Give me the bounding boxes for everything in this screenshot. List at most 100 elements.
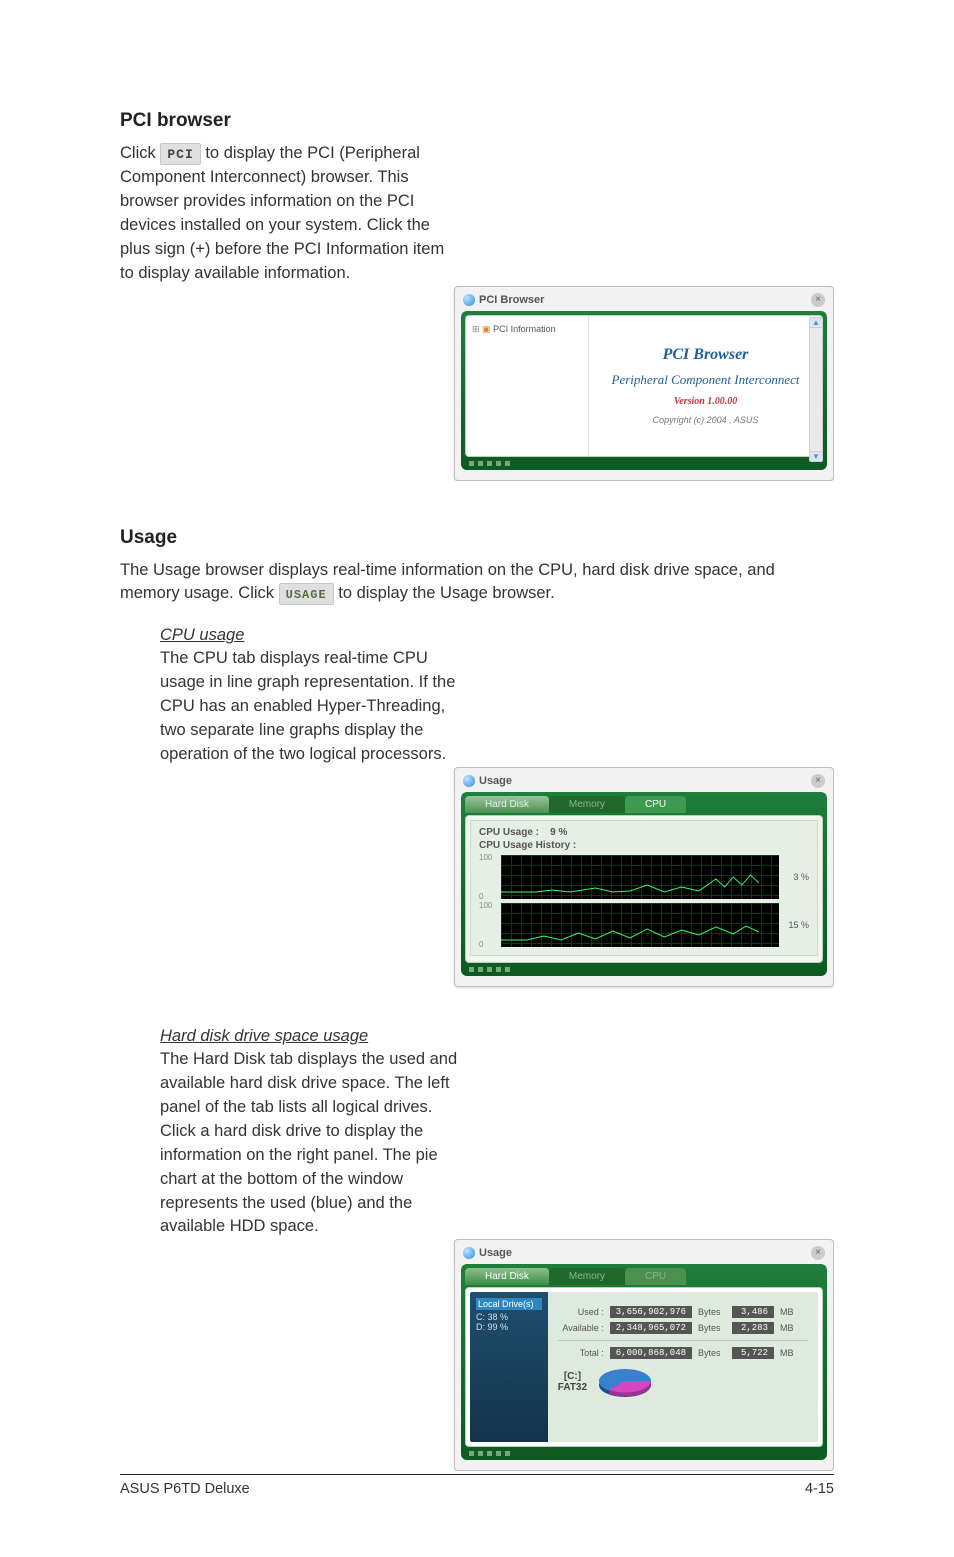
footer-left: ASUS P6TD Deluxe xyxy=(120,1481,250,1497)
hdd-row-used: Used : 3,656,902,976 Bytes 3,486 MB xyxy=(558,1306,808,1318)
subsection-cpu: CPU usage The CPU tab displays real-time… xyxy=(120,626,834,987)
pci-button-chip[interactable]: PCI xyxy=(160,143,200,165)
cpu-paragraph: The CPU tab displays real-time CPU usage… xyxy=(160,647,460,767)
hdd-drive-c[interactable]: C: 38 % xyxy=(476,1312,542,1322)
pci-heading: PCI browser xyxy=(120,110,460,132)
pci-panel-title: PCI Browser xyxy=(663,346,749,364)
cpu-window-title-text: Usage xyxy=(479,775,512,787)
cpu-chart-a-row: 100 0 xyxy=(479,853,809,901)
hdd-total-mb: 5,722 xyxy=(732,1347,774,1359)
cpu-history-label: CPU Usage History : xyxy=(479,840,809,851)
hdd-panel: Local Drive(s) C: 38 % D: 99 % Used : 3,… xyxy=(465,1287,823,1447)
hdd-unit-bytes-2: Bytes xyxy=(698,1323,726,1333)
hdd-text-block: Hard disk drive space usage The Hard Dis… xyxy=(160,1027,460,1239)
hdd-tabs: Hard Disk Memory CPU xyxy=(465,1268,823,1285)
pci-text-block: PCI browser Click PCI to display the PCI… xyxy=(120,110,460,286)
pci-info-panel: PCI Browser Peripheral Component Interco… xyxy=(589,316,822,456)
hdd-drive-label-1: [C:] xyxy=(558,1371,587,1382)
tab-hard-disk[interactable]: Hard Disk xyxy=(465,796,549,813)
cpu-scale-bot-b: 0 xyxy=(479,940,497,949)
cpu-window-title: Usage xyxy=(463,775,512,787)
pci-paragraph: Click PCI to display the PCI (Peripheral… xyxy=(120,142,460,286)
cpu-text-block: CPU usage The CPU tab displays real-time… xyxy=(160,626,460,767)
pci-window-titlebar: PCI Browser × xyxy=(461,291,827,311)
divider xyxy=(558,1340,808,1341)
pci-window: PCI Browser × ▣ PCI Information PCI xyxy=(454,286,834,481)
hdd-drive-d[interactable]: D: 99 % xyxy=(476,1322,542,1332)
hdd-drive-label: [C:] FAT32 xyxy=(558,1371,587,1393)
section-usage: Usage The Usage browser displays real-ti… xyxy=(120,527,834,1472)
scroll-up-icon[interactable]: ▲ xyxy=(810,318,822,328)
hdd-avail-mb: 2,283 xyxy=(732,1322,774,1334)
cpu-tabs: Hard Disk Memory CPU xyxy=(465,796,823,813)
usage-button-label: USAGE xyxy=(286,588,327,602)
cpu-subhead: CPU usage xyxy=(160,626,460,645)
cpu-spark-b xyxy=(501,921,759,941)
cpu-spark-a xyxy=(501,873,759,893)
hdd-total-label: Total : xyxy=(558,1348,604,1358)
cpu-window-frame: Hard Disk Memory CPU CPU Usage : 9 % xyxy=(461,792,827,976)
hdd-drive-root[interactable]: Local Drive(s) xyxy=(476,1298,542,1310)
pci-para-after: to display the PCI (Peripheral Component… xyxy=(120,144,444,282)
hdd-paragraph: The Hard Disk tab displays the used and … xyxy=(160,1048,460,1239)
window-resize-grip xyxy=(465,1447,823,1456)
window-resize-grip xyxy=(465,963,823,972)
tab-cpu[interactable]: CPU xyxy=(625,796,686,813)
cpu-window-titlebar: Usage × xyxy=(461,772,827,792)
pci-para-before: Click xyxy=(120,144,160,162)
close-icon[interactable]: × xyxy=(811,293,825,307)
pci-window-title-text: PCI Browser xyxy=(479,294,544,306)
tab-memory[interactable]: Memory xyxy=(549,1268,625,1285)
hdd-row-avail: Available : 2,348,965,072 Bytes 2,283 MB xyxy=(558,1322,808,1334)
hdd-pie-wrap: [C:] FAT32 xyxy=(558,1363,808,1401)
pci-button-label: PCI xyxy=(167,147,193,162)
hdd-window-title: Usage xyxy=(463,1247,512,1259)
hdd-drive-label-2: FAT32 xyxy=(558,1382,587,1393)
cpu-screenshot: Usage × Hard Disk Memory CPU xyxy=(454,767,834,987)
pci-tree-panel: ▣ PCI Information xyxy=(466,316,589,456)
tab-hard-disk[interactable]: Hard Disk xyxy=(465,1268,549,1285)
hdd-window-titlebar: Usage × xyxy=(461,1244,827,1264)
globe-icon xyxy=(463,294,475,306)
pci-window-inner: ▣ PCI Information PCI Browser Peripheral… xyxy=(465,315,823,457)
tab-memory[interactable]: Memory xyxy=(549,796,625,813)
pci-window-frame: ▣ PCI Information PCI Browser Peripheral… xyxy=(461,311,827,470)
page: PCI browser Click PCI to display the PCI… xyxy=(0,0,954,1557)
cpu-pct-a: 3 % xyxy=(793,872,809,882)
subsection-hdd: Hard disk drive space usage The Hard Dis… xyxy=(120,1027,834,1471)
cpu-chart-b-row: 100 0 xyxy=(479,901,809,949)
cpu-scale-top-b: 100 xyxy=(479,901,497,910)
hdd-avail-label: Available : xyxy=(558,1323,604,1333)
close-icon[interactable]: × xyxy=(811,774,825,788)
cpu-usage-value: 9 % xyxy=(550,827,567,838)
footer-right: 4-15 xyxy=(805,1481,834,1497)
tab-cpu[interactable]: CPU xyxy=(625,1268,686,1285)
folder-icon: ▣ xyxy=(482,324,491,334)
pci-panel-sub: Peripheral Component Interconnect xyxy=(612,372,800,388)
cpu-usage-line: CPU Usage : 9 % xyxy=(479,827,809,838)
hdd-row-total: Total : 6,000,868,048 Bytes 5,722 MB xyxy=(558,1347,808,1359)
globe-icon xyxy=(463,1247,475,1259)
hdd-used-label: Used : xyxy=(558,1307,604,1317)
hdd-unit-bytes-1: Bytes xyxy=(698,1307,726,1317)
section-pci: PCI browser Click PCI to display the PCI… xyxy=(120,110,834,481)
close-icon[interactable]: × xyxy=(811,1246,825,1260)
page-footer: ASUS P6TD Deluxe 4-15 xyxy=(120,1474,834,1497)
usage-heading: Usage xyxy=(120,527,834,549)
scrollbar[interactable]: ▲ ▼ xyxy=(809,317,823,462)
hdd-total-bytes: 6,000,868,048 xyxy=(610,1347,692,1359)
cpu-panel-inner: CPU Usage : 9 % CPU Usage History : 100 … xyxy=(470,820,818,956)
hdd-screenshot: Usage × Hard Disk Memory CPU Local Drive… xyxy=(454,1239,834,1471)
hdd-used-bytes: 3,656,902,976 xyxy=(610,1306,692,1318)
pci-tree-node[interactable]: ▣ PCI Information xyxy=(472,324,556,334)
usage-intro: The Usage browser displays real-time inf… xyxy=(120,559,834,607)
pci-tree-label: PCI Information xyxy=(493,324,556,334)
pci-panel-copyright: Copyright (c) 2004 , ASUS xyxy=(653,415,759,425)
window-resize-grip xyxy=(465,457,823,466)
hdd-detail-panel: Used : 3,656,902,976 Bytes 3,486 MB Avai… xyxy=(548,1292,818,1442)
scroll-down-icon[interactable]: ▼ xyxy=(810,451,822,461)
hdd-subhead: Hard disk drive space usage xyxy=(160,1027,460,1046)
hdd-drive-list: Local Drive(s) C: 38 % D: 99 % xyxy=(470,1292,548,1442)
usage-button-chip[interactable]: USAGE xyxy=(279,583,334,605)
cpu-panel: CPU Usage : 9 % CPU Usage History : 100 … xyxy=(465,815,823,963)
